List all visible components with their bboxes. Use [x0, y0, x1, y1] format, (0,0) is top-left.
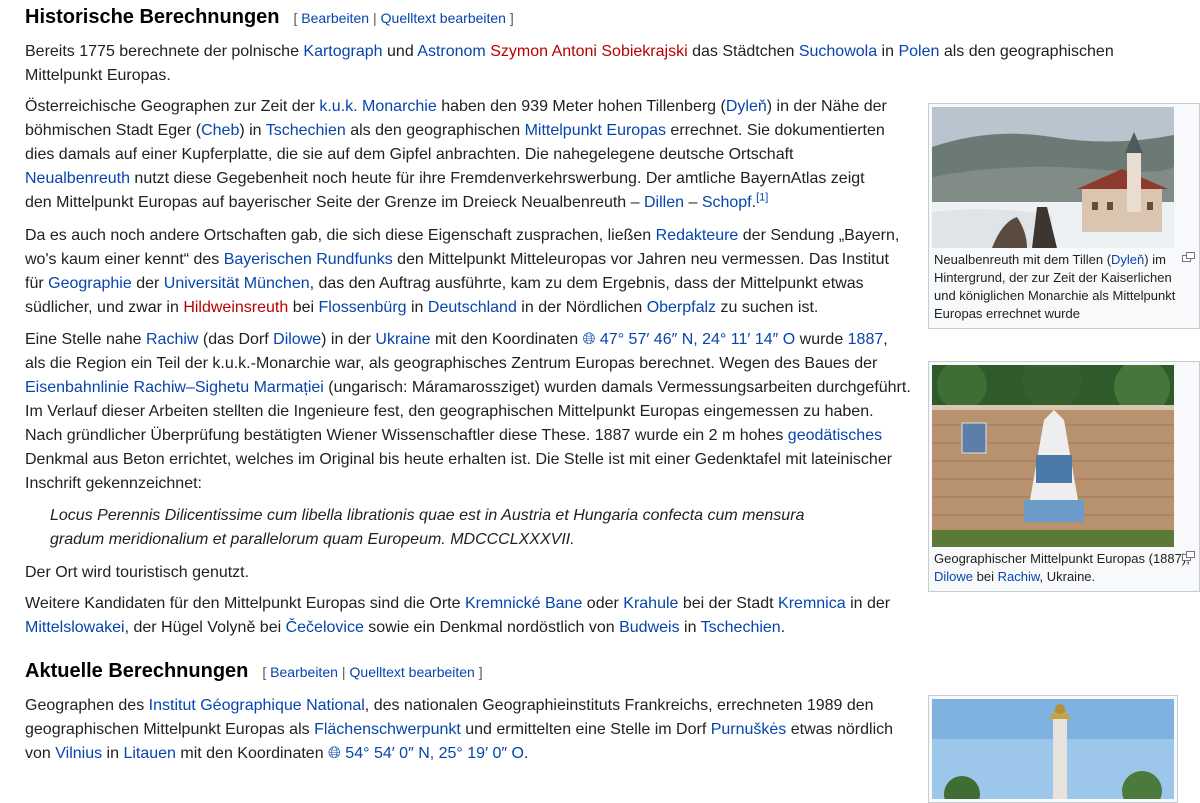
- paragraph-4: Eine Stelle nahe Rachiw (das Dorf Dilowe…: [25, 331, 911, 492]
- thumbnail-caption: Neualbenreuth mit dem Tillen (Dyleň) im …: [932, 248, 1196, 325]
- link-mittelpunkt-europas[interactable]: Mittelpunkt Europas: [525, 122, 666, 139]
- caption-link-rachiw[interactable]: Rachiw: [998, 569, 1040, 584]
- edit-source-link[interactable]: Quelltext bearbeiten: [350, 664, 475, 680]
- edit-section: [ Bearbeiten | Quelltext bearbeiten ]: [293, 10, 514, 26]
- dilowe-monument-photo: [932, 365, 1174, 547]
- link-budweis[interactable]: Budweis: [619, 619, 679, 636]
- paragraph-7: Geographen des Institut Géographique Nat…: [25, 697, 894, 762]
- section-title: Historische Berechnungen: [25, 6, 280, 28]
- image-purnuskes[interactable]: [932, 699, 1174, 799]
- latin-inscription-quote: Locus Perennis Dilicentissime cum libell…: [50, 507, 805, 548]
- paragraph-3: Da es auch noch andere Ortschaften gab, …: [25, 227, 900, 316]
- link-kremnica[interactable]: Kremnica: [778, 595, 846, 612]
- caption-link-dylen[interactable]: Dyleň: [1111, 252, 1144, 267]
- edit-link[interactable]: Bearbeiten: [301, 10, 369, 26]
- image-dilowe[interactable]: [932, 365, 1174, 547]
- link-geodaetisch[interactable]: geodätisches: [788, 427, 882, 444]
- link-flaechenschwerpunkt[interactable]: Flächenschwerpunkt: [314, 721, 461, 738]
- link-tschechien-2[interactable]: Tschechien: [701, 619, 781, 636]
- section-title: Aktuelle Berechnungen: [25, 660, 249, 682]
- thumbnail-purnuskes: [928, 695, 1178, 803]
- link-mittelslowakei[interactable]: Mittelslowakei: [25, 619, 125, 636]
- thumbnail-dilowe: Geographischer Mittelpunkt Europas (1887…: [928, 361, 1200, 592]
- image-neualbenreuth[interactable]: [932, 107, 1174, 248]
- link-vilnius[interactable]: Vilnius: [55, 745, 102, 762]
- globe-icon: 🌐︎: [582, 331, 596, 348]
- coordinates-link-dilowe[interactable]: 47° 57′ 46″ N, 24° 11′ 14″ O: [600, 331, 795, 348]
- link-ign[interactable]: Institut Géographique National: [149, 697, 365, 714]
- neualbenreuth-photo: [932, 107, 1174, 248]
- section-heading-historic: Historische Berechnungen [ Bearbeiten | Que…: [25, 3, 514, 32]
- link-astronom[interactable]: Astronom: [417, 43, 485, 60]
- thumbnail-caption: Geographischer Mittelpunkt Europas (1887…: [932, 547, 1196, 588]
- link-deutschland[interactable]: Deutschland: [428, 299, 517, 316]
- link-dylen[interactable]: Dyleň: [726, 98, 767, 115]
- paragraph-6: Weitere Kandidaten für den Mittelpunkt E…: [25, 595, 891, 636]
- link-suchowola[interactable]: Suchowola: [799, 43, 877, 60]
- magnify-icon[interactable]: [1182, 551, 1195, 561]
- paragraph-1: Bereits 1775 berechnete der polnische Ka…: [25, 43, 1114, 84]
- link-dilowe[interactable]: Dilowe: [273, 331, 321, 348]
- link-schopf[interactable]: Schopf: [702, 194, 752, 211]
- link-neualbenreuth[interactable]: Neualbenreuth: [25, 170, 130, 187]
- link-kartograph[interactable]: Kartograph: [303, 43, 382, 60]
- magnify-icon[interactable]: [1182, 252, 1195, 262]
- link-redakteure[interactable]: Redakteure: [656, 227, 739, 244]
- caption-link-dilowe[interactable]: Dilowe: [934, 569, 973, 584]
- globe-icon: 🌐︎: [328, 745, 341, 762]
- section-heading-current: Aktuelle Berechnungen [ Bearbeiten | Quellt…: [25, 657, 483, 686]
- link-ukraine[interactable]: Ukraine: [375, 331, 430, 348]
- purnuskes-monument-photo: [932, 699, 1174, 799]
- link-geographie[interactable]: Geographie: [48, 275, 132, 292]
- link-litauen[interactable]: Litauen: [123, 745, 176, 762]
- link-krahule[interactable]: Krahule: [623, 595, 678, 612]
- link-universitaet-muenchen[interactable]: Universität München: [164, 275, 310, 292]
- coordinates-link-purnuskes[interactable]: 54° 54′ 0″ N, 25° 19′ 0″ O: [345, 745, 524, 762]
- link-cecelovice[interactable]: Čečelovice: [286, 619, 364, 636]
- paragraph-5: Der Ort wird touristisch genutzt.: [25, 564, 250, 581]
- edit-link[interactable]: Bearbeiten: [270, 664, 338, 680]
- edit-source-link[interactable]: Quelltext bearbeiten: [381, 10, 506, 26]
- link-dillen[interactable]: Dillen: [644, 194, 684, 211]
- redlink-hildweinsreuth[interactable]: Hildweinsreuth: [183, 299, 288, 316]
- link-cheb[interactable]: Cheb: [201, 122, 239, 139]
- link-tschechien[interactable]: Tschechien: [266, 122, 346, 139]
- link-rachiw[interactable]: Rachiw: [146, 331, 198, 348]
- link-kremnicke-bane[interactable]: Kremnické Bane: [465, 595, 582, 612]
- link-bayerischer-rundfunk[interactable]: Bayerischen Rundfunks: [224, 251, 393, 268]
- reference-1[interactable]: [1]: [756, 192, 768, 204]
- link-kuk-monarchie[interactable]: k.u.k. Monarchie: [319, 98, 436, 115]
- link-polen[interactable]: Polen: [898, 43, 939, 60]
- edit-section: [ Bearbeiten | Quelltext bearbeiten ]: [262, 664, 483, 680]
- link-eisenbahnlinie[interactable]: Eisenbahnlinie Rachiw–Sighetu Marmației: [25, 379, 324, 396]
- paragraph-2: Österreichische Geographen zur Zeit der …: [25, 98, 887, 211]
- redlink-sobiekrajski[interactable]: Szymon Antoni Sobiekrajski: [490, 43, 687, 60]
- link-purnuskes[interactable]: Purnuškės: [711, 721, 787, 738]
- link-oberpfalz[interactable]: Oberpfalz: [647, 299, 716, 316]
- link-flossenbuerg[interactable]: Flossenbürg: [319, 299, 407, 316]
- link-1887[interactable]: 1887: [848, 331, 884, 348]
- thumbnail-neualbenreuth: Neualbenreuth mit dem Tillen (Dyleň) im …: [928, 103, 1200, 329]
